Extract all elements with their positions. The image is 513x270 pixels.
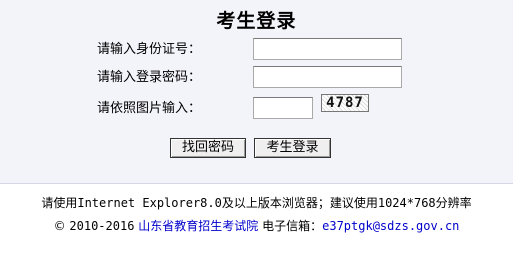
login-button[interactable]: 考生登录: [254, 138, 331, 158]
email-link[interactable]: e37ptgk@sdzs.gov.cn: [322, 219, 459, 233]
id-number-input[interactable]: [253, 38, 402, 60]
page-title: 考生登录: [216, 10, 297, 32]
password-label: 请输入登录密码：: [97, 70, 202, 85]
password-input[interactable]: [253, 66, 402, 88]
browser-notice-prefix: 请使用: [41, 196, 78, 210]
copyright-line: © 2010-2016 山东省教育招生考试院 电子信箱：e37ptgk@sdzs…: [0, 218, 513, 234]
screen-resolution: 1024*768: [377, 196, 436, 210]
browser-notice-suffix: 分辨率: [435, 196, 472, 210]
retrieve-password-button[interactable]: 找回密码: [170, 138, 246, 158]
captcha-input[interactable]: [253, 97, 313, 119]
divider: [0, 183, 513, 184]
captcha-image[interactable]: 4787: [321, 94, 369, 112]
id-number-label: 请输入身份证号：: [97, 42, 202, 57]
email-label: 电子信箱：: [262, 219, 323, 233]
browser-name: Internet Explorer8.0: [77, 196, 222, 210]
captcha-label: 请依照图片输入：: [97, 101, 202, 116]
copyright-years: 2010-2016: [69, 219, 135, 233]
copyright-icon: ©: [53, 219, 66, 233]
browser-notice-middle: 及以上版本浏览器；建议使用: [221, 196, 378, 210]
org-link[interactable]: 山东省教育招生考试院: [138, 219, 258, 233]
browser-notice: 请使用Internet Explorer8.0及以上版本浏览器；建议使用1024…: [0, 195, 513, 211]
